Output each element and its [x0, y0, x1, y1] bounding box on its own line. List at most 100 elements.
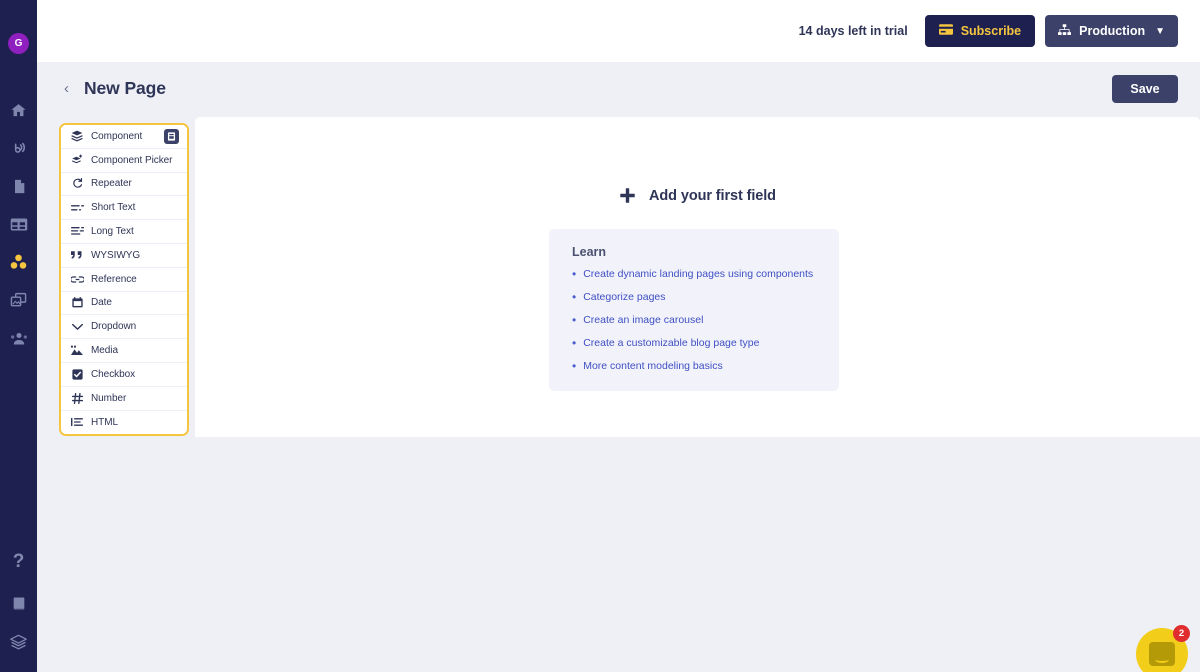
left-nav-rail: G ?	[0, 0, 37, 672]
environment-selector[interactable]: Production ▼	[1045, 15, 1178, 47]
chat-unread-badge: 2	[1173, 625, 1190, 642]
book-icon	[11, 595, 27, 612]
rail-item-users[interactable]	[0, 319, 37, 357]
environment-label: Production	[1079, 24, 1146, 38]
field-type-label: Short Text	[91, 202, 136, 214]
field-type-reference[interactable]: Reference	[61, 267, 187, 292]
subscribe-label: Subscribe	[960, 24, 1022, 38]
back-button[interactable]: ‹	[64, 81, 69, 96]
bullet-icon: •	[572, 359, 577, 373]
rail-item-help[interactable]: ?	[0, 539, 37, 584]
field-type-label: Media	[91, 345, 118, 357]
learn-link[interactable]: Create dynamic landing pages using compo…	[583, 268, 813, 281]
table-icon	[10, 217, 28, 232]
field-type-label: Checkbox	[91, 368, 136, 380]
field-type-component[interactable]: Component	[61, 125, 187, 149]
calendar-icon	[70, 297, 84, 308]
field-type-label: Date	[91, 297, 112, 309]
document-icon	[11, 178, 27, 195]
layers-icon	[9, 633, 28, 650]
field-type-number[interactable]: Number	[61, 386, 187, 411]
list-item: • Create a customizable blog page type	[572, 337, 818, 350]
trial-status-text: 14 days left in trial	[798, 24, 908, 38]
chat-smile-shape	[1155, 656, 1169, 663]
save-button[interactable]: Save	[1112, 74, 1178, 103]
component-picker-icon	[70, 154, 84, 166]
field-type-wysiwyg[interactable]: WYSIWYG	[61, 243, 187, 268]
bullet-icon: •	[572, 336, 577, 350]
field-type-date[interactable]: Date	[61, 291, 187, 316]
list-item: • Create dynamic landing pages using com…	[572, 268, 818, 281]
chat-smiley-icon	[1149, 642, 1175, 666]
layers-stack-icon	[70, 130, 84, 142]
chevron-down-icon: ▼	[1155, 25, 1165, 37]
field-type-dropdown[interactable]: Dropdown	[61, 315, 187, 340]
rail-item-docs[interactable]	[0, 584, 37, 622]
rail-item-home[interactable]	[0, 91, 37, 129]
field-type-label: Repeater	[91, 178, 132, 190]
content-panel: Add your first field Learn • Create dyna…	[195, 117, 1200, 437]
avatar[interactable]: G	[8, 33, 29, 54]
page-title: New Page	[84, 78, 166, 98]
field-type-label: Long Text	[91, 226, 134, 238]
rail-item-components[interactable]	[0, 243, 37, 281]
field-type-label: Component	[91, 130, 143, 142]
field-type-picker: Component Component Picker Repeater Shor…	[59, 123, 189, 437]
hash-icon	[70, 392, 84, 404]
learn-link[interactable]: Categorize pages	[583, 291, 665, 304]
field-type-label: Dropdown	[91, 321, 137, 333]
learn-link[interactable]: Create a customizable blog page type	[583, 337, 759, 350]
field-type-component-picker[interactable]: Component Picker	[61, 148, 187, 173]
bullet-icon: •	[572, 313, 577, 327]
checkbox-icon	[70, 369, 84, 380]
list-item: • Create an image carousel	[572, 314, 818, 327]
learn-link[interactable]: More content modeling basics	[583, 360, 723, 373]
broadcast-icon	[10, 140, 27, 157]
reference-link-icon	[70, 275, 84, 284]
field-type-label: Component Picker	[91, 154, 173, 166]
rail-item-layers[interactable]	[0, 622, 37, 660]
home-icon	[10, 102, 27, 119]
page-header: ‹ New Page Save	[37, 62, 1200, 115]
field-type-label: HTML	[91, 416, 119, 428]
long-text-icon	[70, 226, 84, 237]
plus-icon	[619, 187, 636, 204]
learn-title: Learn	[572, 245, 607, 259]
quote-icon	[70, 250, 84, 260]
components-icon	[9, 253, 28, 271]
app-root: G ? 14 days left in trial Subscribe Prod…	[0, 0, 1200, 672]
add-first-field-button[interactable]: Add your first field	[195, 187, 1200, 204]
field-type-label: Number	[91, 392, 127, 404]
field-type-label: WYSIWYG	[91, 249, 141, 261]
credit-card-icon	[938, 24, 953, 38]
list-icon	[70, 417, 84, 427]
field-type-checkbox[interactable]: Checkbox	[61, 362, 187, 387]
learn-link[interactable]: Create an image carousel	[583, 314, 703, 327]
help-icon: ?	[12, 550, 25, 572]
rail-bottom-group: ?	[0, 539, 37, 672]
component-library-button[interactable]	[164, 128, 179, 144]
subscribe-button[interactable]: Subscribe	[924, 15, 1036, 47]
top-bar: 14 days left in trial Subscribe Producti…	[37, 0, 1200, 62]
users-icon	[10, 331, 28, 346]
repeater-icon	[70, 178, 84, 189]
list-item: • More content modeling basics	[572, 360, 818, 373]
learn-link-list: • Create dynamic landing pages using com…	[572, 268, 818, 373]
bullet-icon: •	[572, 267, 577, 281]
rail-item-broadcast[interactable]	[0, 129, 37, 167]
field-type-long-text[interactable]: Long Text	[61, 220, 187, 244]
rail-item-tables[interactable]	[0, 205, 37, 243]
hierarchy-icon	[1058, 23, 1072, 39]
field-type-media[interactable]: Media	[61, 339, 187, 363]
rail-top-group	[0, 91, 37, 357]
bullet-icon: •	[572, 290, 577, 304]
chevron-down-icon	[70, 323, 84, 331]
chat-support-button[interactable]: 2	[1136, 625, 1190, 672]
field-type-html[interactable]: HTML	[61, 410, 187, 435]
field-type-repeater[interactable]: Repeater	[61, 172, 187, 197]
rail-item-media[interactable]	[0, 281, 37, 319]
learn-card: Learn • Create dynamic landing pages usi…	[549, 229, 839, 391]
rail-item-documents[interactable]	[0, 167, 37, 205]
field-type-short-text[interactable]: Short Text	[61, 196, 187, 221]
image-icon	[70, 345, 84, 356]
